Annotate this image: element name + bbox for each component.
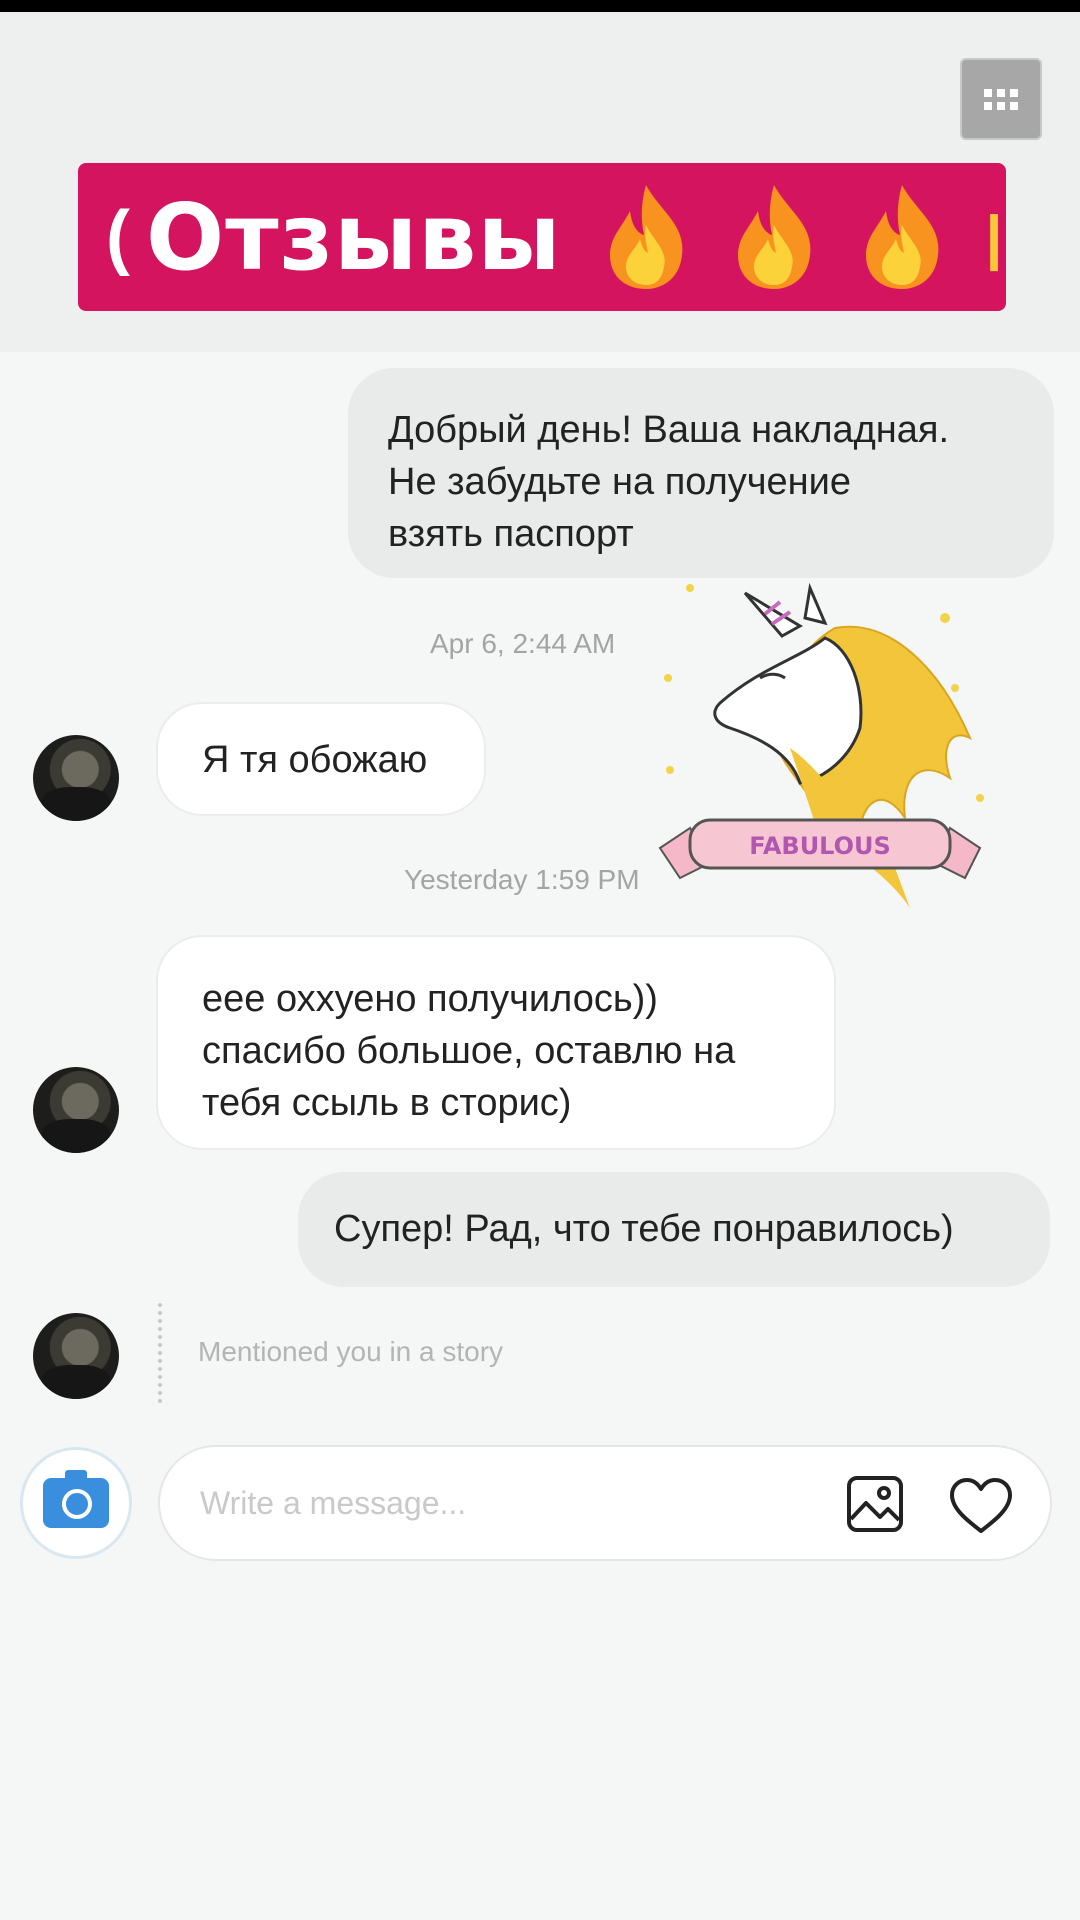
message-line: Я тя обожаю: [202, 739, 428, 781]
fire-icon: [730, 181, 818, 293]
avatar[interactable]: [33, 735, 119, 821]
banner-end-mark: |: [985, 203, 1003, 271]
camera-icon: [43, 1470, 109, 1528]
story-mention-text[interactable]: Mentioned you in a story: [198, 1336, 503, 1368]
message-line: еее оххуено получилось)): [202, 978, 658, 1020]
message-line: спасибо большое, оставлю на: [202, 1030, 736, 1072]
banner-title: Отзывы: [145, 183, 562, 291]
fire-icon: [858, 181, 946, 293]
message-placeholder: Write a message...: [200, 1485, 467, 1521]
incoming-message[interactable]: еее оххуено получилось)) спасибо большое…: [156, 935, 836, 1150]
fire-icon: [602, 181, 690, 293]
timestamp: Apr 6, 2:44 AM: [430, 628, 616, 659]
grid-menu-button[interactable]: [960, 58, 1042, 140]
outgoing-message[interactable]: Супер! Рад, что тебе понравилось): [298, 1172, 1050, 1287]
sticker-label: FABULOUS: [749, 832, 891, 860]
message-line: Супер! Рад, что тебе понравилось): [334, 1208, 954, 1250]
story-reply-line: [158, 1303, 166, 1403]
message-input[interactable]: Write a message...: [158, 1445, 1052, 1561]
top-black-bar: [0, 0, 1080, 12]
avatar[interactable]: [33, 1067, 119, 1153]
message-line: тебя ссыль в сторис): [202, 1082, 572, 1124]
camera-button[interactable]: [20, 1447, 132, 1559]
message-line: взять паспорт: [388, 513, 634, 555]
grid-icon: [984, 88, 1018, 110]
unicorn-sticker[interactable]: FABULOUS: [650, 578, 990, 928]
reviews-banner: ( Отзывы |: [78, 163, 1006, 311]
incoming-message[interactable]: Я тя обожаю: [156, 702, 486, 816]
gallery-icon[interactable]: [846, 1475, 904, 1533]
heart-icon[interactable]: [948, 1477, 1014, 1535]
timestamp: Yesterday 1:59 PM: [404, 864, 640, 895]
outgoing-message[interactable]: Добрый день! Ваша накладная. Не забудьте…: [348, 368, 1054, 578]
message-line: Не забудьте на получение: [388, 461, 852, 503]
avatar[interactable]: [33, 1313, 119, 1399]
banner-paren: (: [106, 197, 130, 277]
message-line: Добрый день! Ваша накладная.: [388, 409, 950, 451]
